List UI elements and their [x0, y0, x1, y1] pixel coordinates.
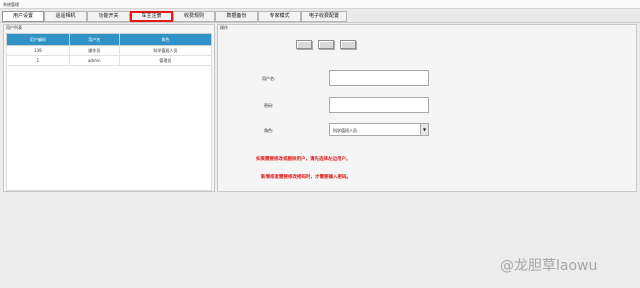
column-header-user-code[interactable]: 用户编码	[6, 33, 70, 46]
user-table-header: 用户编码 用户名 角色	[6, 33, 213, 46]
user-list-panel: 用户列表 用户编码 用户名 角色 139 操作员 科学值班人员 1 admin …	[3, 24, 215, 192]
tab-data-backup[interactable]: 数据备份	[215, 11, 258, 22]
chevron-down-icon[interactable]: ▼	[420, 124, 428, 135]
add-button[interactable]	[296, 40, 312, 49]
password-label: 密码:	[264, 103, 274, 108]
title-bar: 系统管理	[0, 0, 640, 9]
role-select-value: 科学值班人员	[333, 128, 357, 133]
tab-user-settings[interactable]: 用户设置	[2, 11, 44, 22]
username-field[interactable]	[329, 70, 429, 86]
username-label: 用户名:	[262, 76, 276, 81]
role-select[interactable]: 科学值班人员 ▼	[329, 123, 429, 136]
cell-role: 管理员	[118, 55, 213, 66]
tab-bar: 用户设置 遥遥相机 功能开关 车主注册 收费规则 数据备份 专家模式 电子收费配…	[0, 9, 640, 23]
cell-username: admin	[68, 55, 120, 66]
cell-user-code: 1	[6, 55, 70, 66]
column-header-username[interactable]: 用户名	[68, 33, 120, 46]
watermark-text: @龙胆草laowu	[500, 258, 598, 274]
role-label: 角色:	[264, 128, 274, 133]
cell-role: 科学值班人员	[118, 45, 213, 56]
delete-button[interactable]	[340, 40, 356, 49]
tab-charge-rules[interactable]: 收费规则	[173, 11, 215, 22]
operation-title: 操作	[220, 25, 228, 30]
note-password: 新增或者需要修改密码时，才需要输入密码。	[261, 175, 351, 180]
tab-function-switch[interactable]: 功能开关	[87, 11, 130, 22]
tab-electronic-charge[interactable]: 电子收费配置	[301, 11, 347, 22]
column-header-role[interactable]: 角色	[118, 33, 213, 46]
table-row[interactable]: 1 admin 管理员	[6, 55, 213, 66]
table-row[interactable]: 139 操作员 科学值班人员	[6, 45, 213, 56]
note-select-user: 如果需要修改或删除用户，请先选择左边用户。	[256, 157, 351, 162]
edit-button[interactable]	[318, 40, 334, 49]
tab-camera[interactable]: 遥遥相机	[44, 11, 87, 22]
tab-owner-registration[interactable]: 车主注册	[130, 11, 173, 22]
user-list-title: 用户列表	[6, 25, 22, 30]
tab-expert-mode[interactable]: 专家模式	[258, 11, 301, 22]
cell-user-code: 139	[6, 45, 70, 56]
watermark: @龙胆草laowu	[500, 255, 597, 275]
window-title: 系统管理	[3, 2, 19, 7]
user-table: 用户编码 用户名 角色 139 操作员 科学值班人员 1 admin 管理员	[6, 33, 213, 66]
cell-username: 操作员	[68, 45, 120, 56]
password-field[interactable]	[329, 97, 429, 113]
